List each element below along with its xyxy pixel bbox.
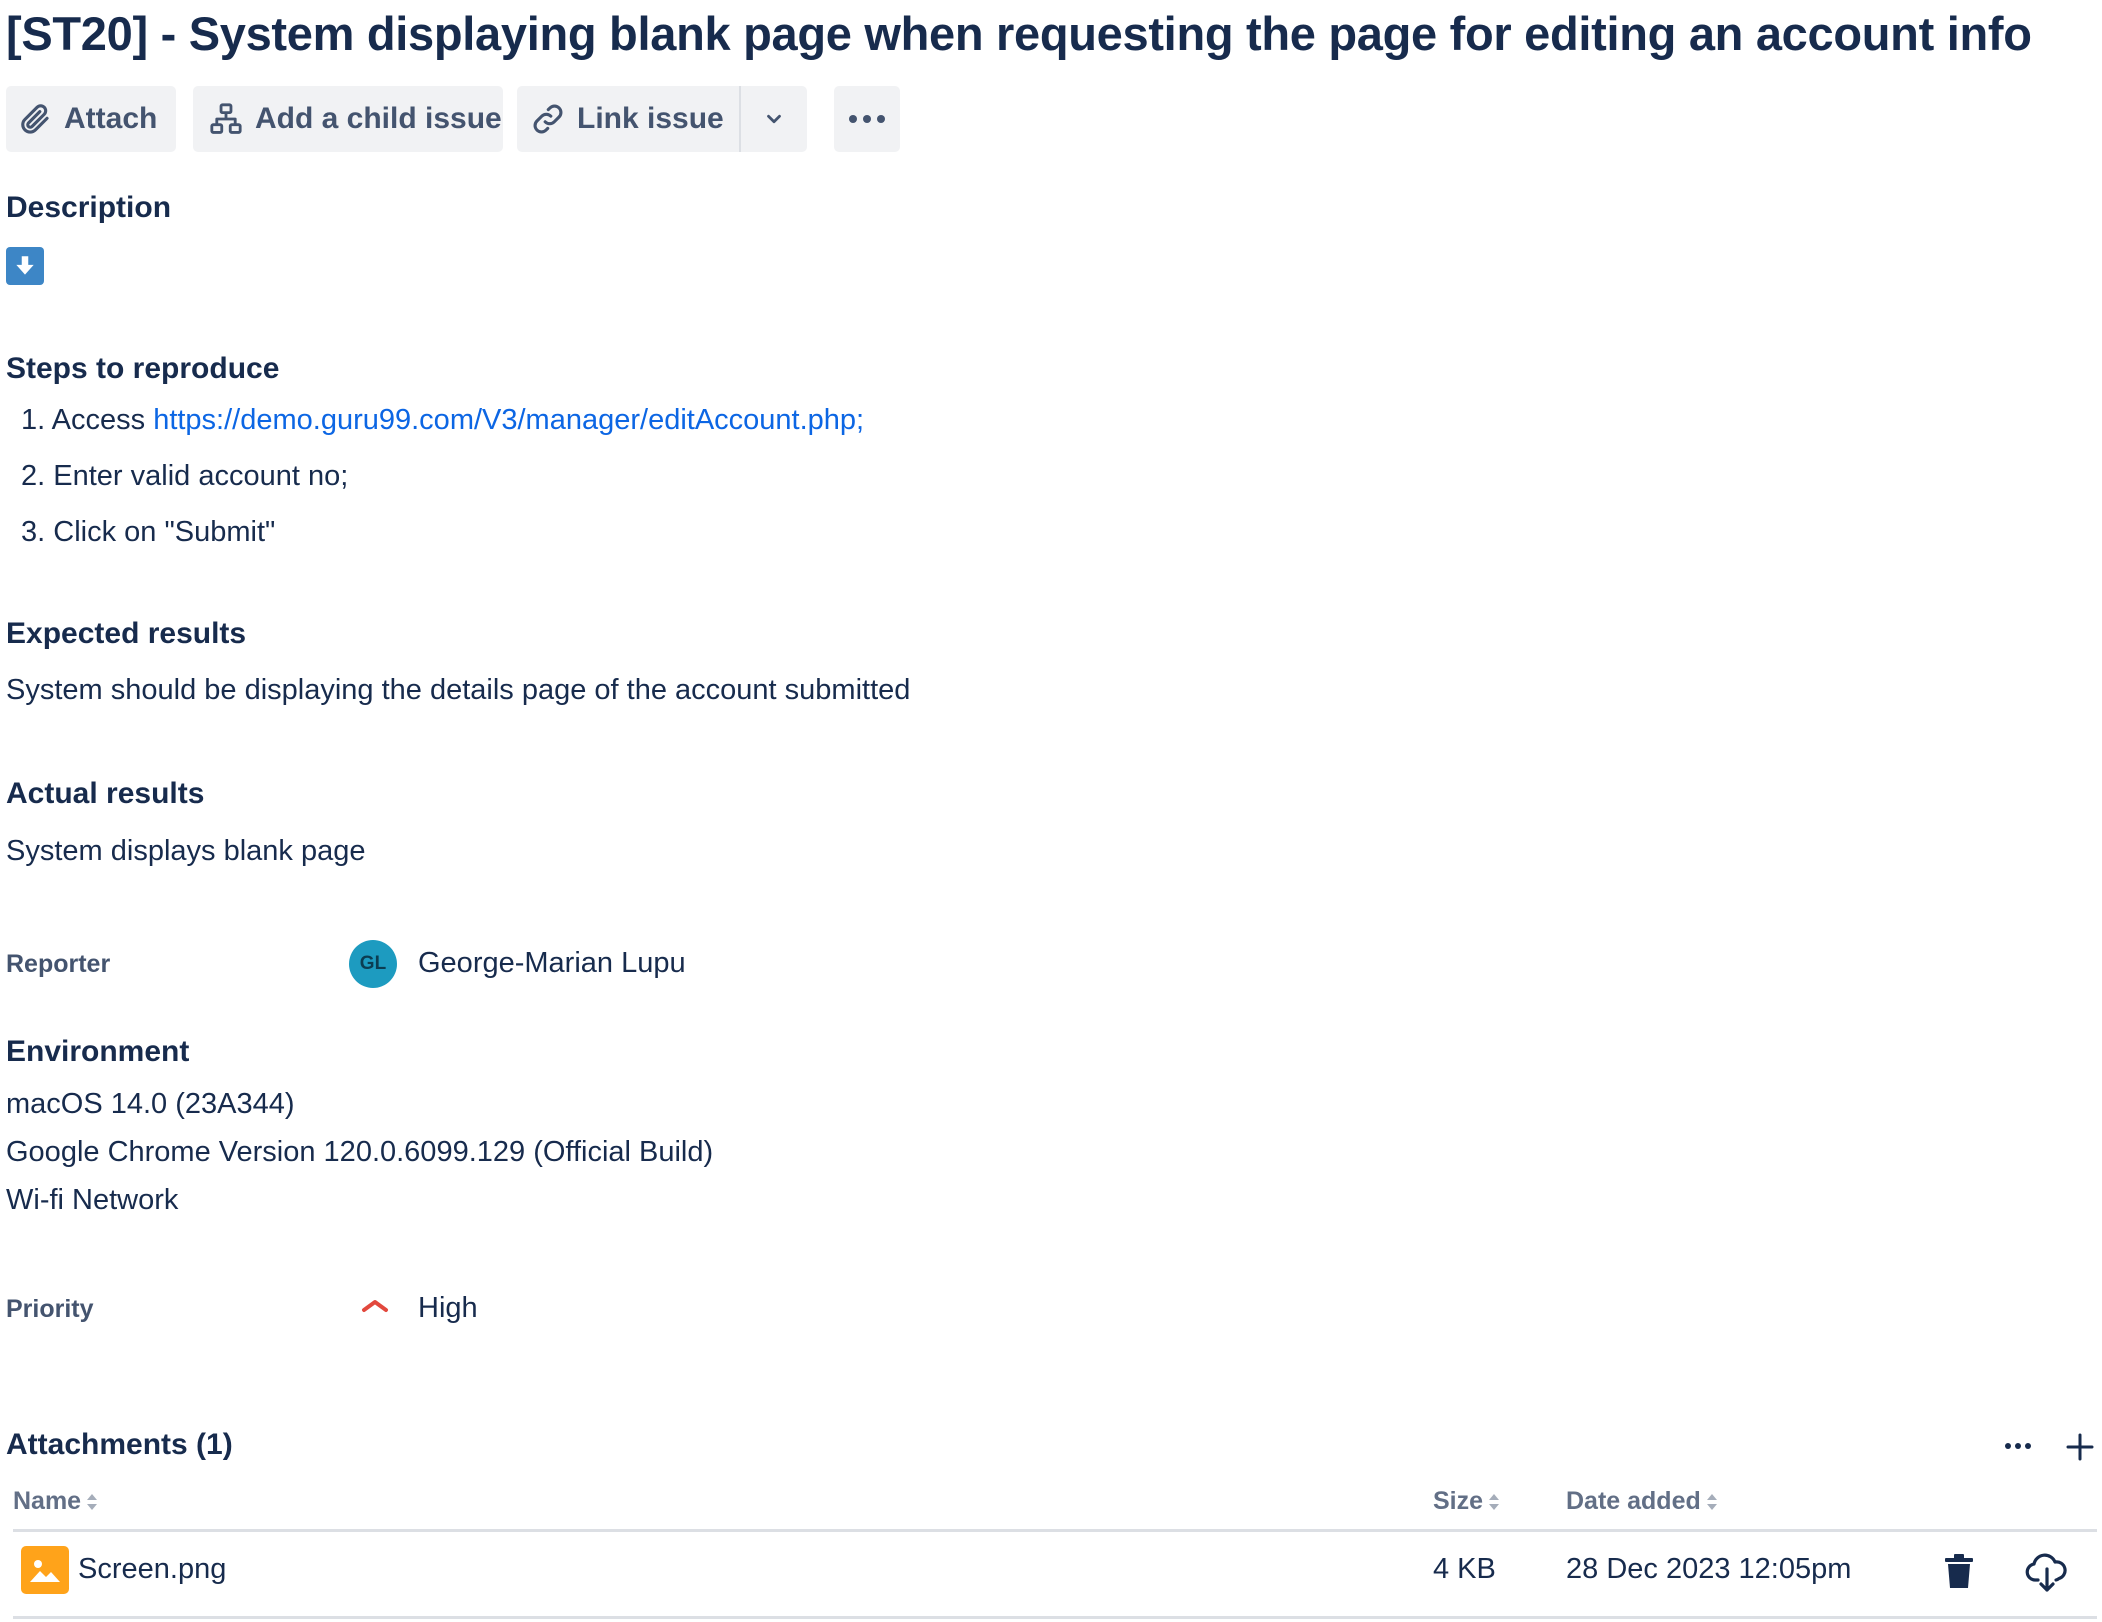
issue-view: [ST20] - System displaying blank page wh… [0,0,2102,1622]
add-attachment-icon[interactable] [2064,1431,2096,1468]
attach-button-label: Attach [64,102,158,135]
actual-results-text: System displays blank page [6,835,366,867]
step-item-1: 1. Access https://demo.guru99.com/V3/man… [21,404,864,437]
more-icon [847,113,887,125]
priority-label: Priority [6,1295,94,1323]
reporter-label: Reporter [6,950,111,978]
step-prefix: Access [51,404,154,436]
sort-icon [86,1492,98,1512]
link-issue-label: Link issue [577,102,724,135]
link-icon [531,102,565,136]
step-link[interactable]: https://demo.guru99.com/V3/manager/editA… [153,404,864,436]
environment-heading: Environment [6,1035,190,1068]
actual-results-heading: Actual results [6,777,205,810]
expected-results-text: System should be displaying the details … [6,674,911,706]
attachment-file-size: 4 KB [1433,1553,1496,1585]
step-item-2: 2. Enter valid account no; [21,460,348,493]
cloud-download-icon[interactable] [2025,1553,2069,1598]
column-header-name[interactable]: Name [13,1487,98,1516]
step-text: Click on "Submit" [53,516,276,548]
attachment-date-added: 28 Dec 2023 12:05pm [1566,1553,1852,1585]
hierarchy-icon [209,102,243,136]
reporter-name[interactable]: George-Marian Lupu [418,947,686,980]
step-number: 2. [21,460,46,492]
attachment-file-name[interactable]: Screen.png [78,1553,226,1586]
column-header-size-label: Size [1433,1487,1484,1515]
column-header-date[interactable]: Date added [1566,1487,1718,1516]
step-text: Enter valid account no; [53,460,349,492]
environment-line: macOS 14.0 (23A344) [6,1088,295,1120]
image-file-icon [21,1546,69,1594]
more-actions-button[interactable] [834,86,900,152]
add-child-issue-button[interactable]: Add a child issue [193,86,503,152]
expected-results-heading: Expected results [6,617,247,650]
attachments-more-icon[interactable] [2003,1433,2033,1464]
step-number: 3. [21,516,46,548]
add-child-issue-label: Add a child issue [255,102,502,135]
attach-button[interactable]: Attach [6,86,176,152]
table-row-divider [13,1616,2097,1619]
chevron-down-icon [763,108,785,130]
trash-icon[interactable] [1943,1554,1975,1595]
arrow-down-icon [6,247,44,285]
link-issue-button[interactable]: Link issue [517,86,739,152]
attachments-heading: Attachments (1) [6,1428,233,1461]
steps-heading: Steps to reproduce [6,352,280,385]
environment-line: Google Chrome Version 120.0.6099.129 (Of… [6,1136,714,1168]
step-number: 1. [21,404,46,436]
avatar[interactable]: GL [349,940,397,988]
column-header-date-label: Date added [1566,1487,1701,1515]
column-header-name-label: Name [13,1487,82,1515]
link-issue-dropdown-button[interactable] [741,86,807,152]
table-header-divider [13,1529,2097,1532]
step-item-3: 3. Click on "Submit" [21,516,275,549]
issue-title[interactable]: [ST20] - System displaying blank page wh… [6,6,2032,61]
paperclip-icon [18,102,52,136]
priority-value[interactable]: High [418,1292,478,1325]
description-heading: Description [6,191,172,224]
sort-icon [1488,1492,1500,1512]
chevron-up-icon [360,1295,390,1322]
sort-icon [1706,1492,1718,1512]
environment-line: Wi-fi Network [6,1184,179,1216]
column-header-size[interactable]: Size [1433,1487,1500,1516]
